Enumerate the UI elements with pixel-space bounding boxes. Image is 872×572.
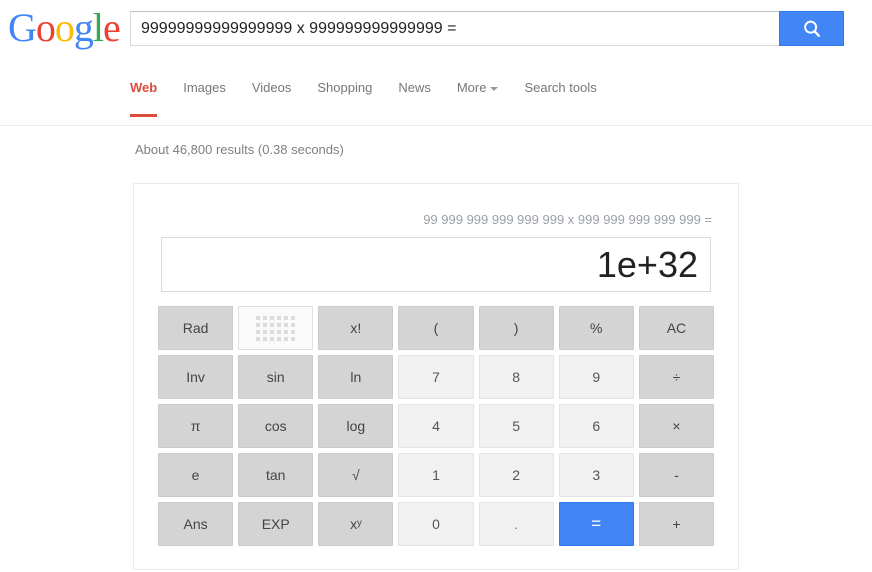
search-button[interactable] xyxy=(779,11,844,46)
equals-button[interactable]: = xyxy=(558,502,634,546)
logo-letter-g1: G xyxy=(8,5,37,50)
nav-item-more[interactable]: More xyxy=(457,71,515,96)
search-bar xyxy=(130,11,844,46)
cos-button[interactable]: cos xyxy=(238,404,314,448)
keypad-row: Rad x! ( ) % AC xyxy=(158,306,714,350)
plus-button[interactable]: + xyxy=(638,502,714,546)
logo-letter-g2: g xyxy=(73,5,94,50)
logo-letter-e: e xyxy=(103,5,121,50)
nav-item-shopping[interactable]: Shopping xyxy=(317,71,388,96)
sqrt-button[interactable]: √ xyxy=(318,453,394,497)
answer-button[interactable]: Ans xyxy=(158,502,234,546)
digit-2-button[interactable]: 2 xyxy=(478,453,554,497)
chevron-down-icon xyxy=(490,86,499,91)
digit-0-button[interactable]: 0 xyxy=(398,502,474,546)
search-nav-bar: Web Images Videos Shopping News More Sea… xyxy=(0,59,872,126)
digit-7-button[interactable]: 7 xyxy=(398,355,474,399)
nav-item-shopping-label: Shopping xyxy=(317,80,373,95)
digit-5-button[interactable]: 5 xyxy=(478,404,554,448)
pi-button[interactable]: π xyxy=(158,404,234,448)
nav-item-search-tools-label: Search tools xyxy=(524,80,597,95)
all-clear-button[interactable]: AC xyxy=(638,306,714,350)
calculator-keypad: Rad x! ( ) % AC Inv sin ln 7 8 9 ÷ π cos… xyxy=(158,306,714,546)
calculator-expression: 99 999 999 999 999 999 x 999 999 999 999… xyxy=(423,212,712,227)
exponent-button[interactable]: EXP xyxy=(238,502,314,546)
nav-item-news-label: News xyxy=(398,80,431,95)
tan-button[interactable]: tan xyxy=(238,453,314,497)
keypad-toggle-button[interactable] xyxy=(238,306,314,350)
nav-item-more-label: More xyxy=(456,80,487,95)
sin-button[interactable]: sin xyxy=(238,355,314,399)
logo-letter-l: l xyxy=(92,5,104,50)
keypad-row: e tan √ 1 2 3 - xyxy=(158,453,714,497)
nav-item-web[interactable]: Web xyxy=(130,71,173,117)
digit-1-button[interactable]: 1 xyxy=(398,453,474,497)
calculator-display[interactable]: 1e+32 xyxy=(161,237,711,292)
google-logo[interactable]: Google xyxy=(8,5,121,50)
calculator-display-value: 1e+32 xyxy=(596,243,698,285)
page-header: Google xyxy=(0,0,872,59)
keypad-row: Ans EXP xʸ 0 . = + xyxy=(158,502,714,546)
nav-item-list: Web Images Videos Shopping News More Sea… xyxy=(130,71,623,117)
keypad-grid-icon xyxy=(256,315,296,341)
nav-item-news[interactable]: News xyxy=(398,71,447,96)
factorial-button[interactable]: x! xyxy=(318,306,394,350)
percent-button[interactable]: % xyxy=(558,306,634,350)
result-stats: About 46,800 results (0.38 seconds) xyxy=(135,142,344,157)
digit-4-button[interactable]: 4 xyxy=(398,404,474,448)
logo-letter-o2: o xyxy=(54,5,75,50)
nav-item-images[interactable]: Images xyxy=(183,71,242,96)
digit-9-button[interactable]: 9 xyxy=(558,355,634,399)
nav-item-web-label: Web xyxy=(130,80,158,95)
ln-button[interactable]: ln xyxy=(318,355,394,399)
multiply-button[interactable]: × xyxy=(638,404,714,448)
keypad-row: π cos log 4 5 6 × xyxy=(158,404,714,448)
digit-3-button[interactable]: 3 xyxy=(558,453,634,497)
power-button[interactable]: xʸ xyxy=(318,502,394,546)
nav-item-videos[interactable]: Videos xyxy=(252,71,308,96)
nav-item-videos-label: Videos xyxy=(251,80,292,95)
digit-6-button[interactable]: 6 xyxy=(558,404,634,448)
divide-button[interactable]: ÷ xyxy=(638,355,714,399)
minus-button[interactable]: - xyxy=(638,453,714,497)
search-input[interactable] xyxy=(130,11,779,46)
open-paren-button[interactable]: ( xyxy=(398,306,474,350)
logo-letter-o1: o xyxy=(35,5,56,50)
euler-button[interactable]: e xyxy=(158,453,234,497)
inverse-button[interactable]: Inv xyxy=(158,355,234,399)
nav-item-search-tools[interactable]: Search tools xyxy=(524,71,612,96)
decimal-point-button[interactable]: . xyxy=(478,502,554,546)
nav-item-images-label: Images xyxy=(183,80,226,95)
calculator-widget: 99 999 999 999 999 999 x 999 999 999 999… xyxy=(133,183,739,570)
rad-mode-button[interactable]: Rad xyxy=(158,306,234,350)
search-icon xyxy=(801,18,823,40)
keypad-row: Inv sin ln 7 8 9 ÷ xyxy=(158,355,714,399)
digit-8-button[interactable]: 8 xyxy=(478,355,554,399)
close-paren-button[interactable]: ) xyxy=(478,306,554,350)
log-button[interactable]: log xyxy=(318,404,394,448)
